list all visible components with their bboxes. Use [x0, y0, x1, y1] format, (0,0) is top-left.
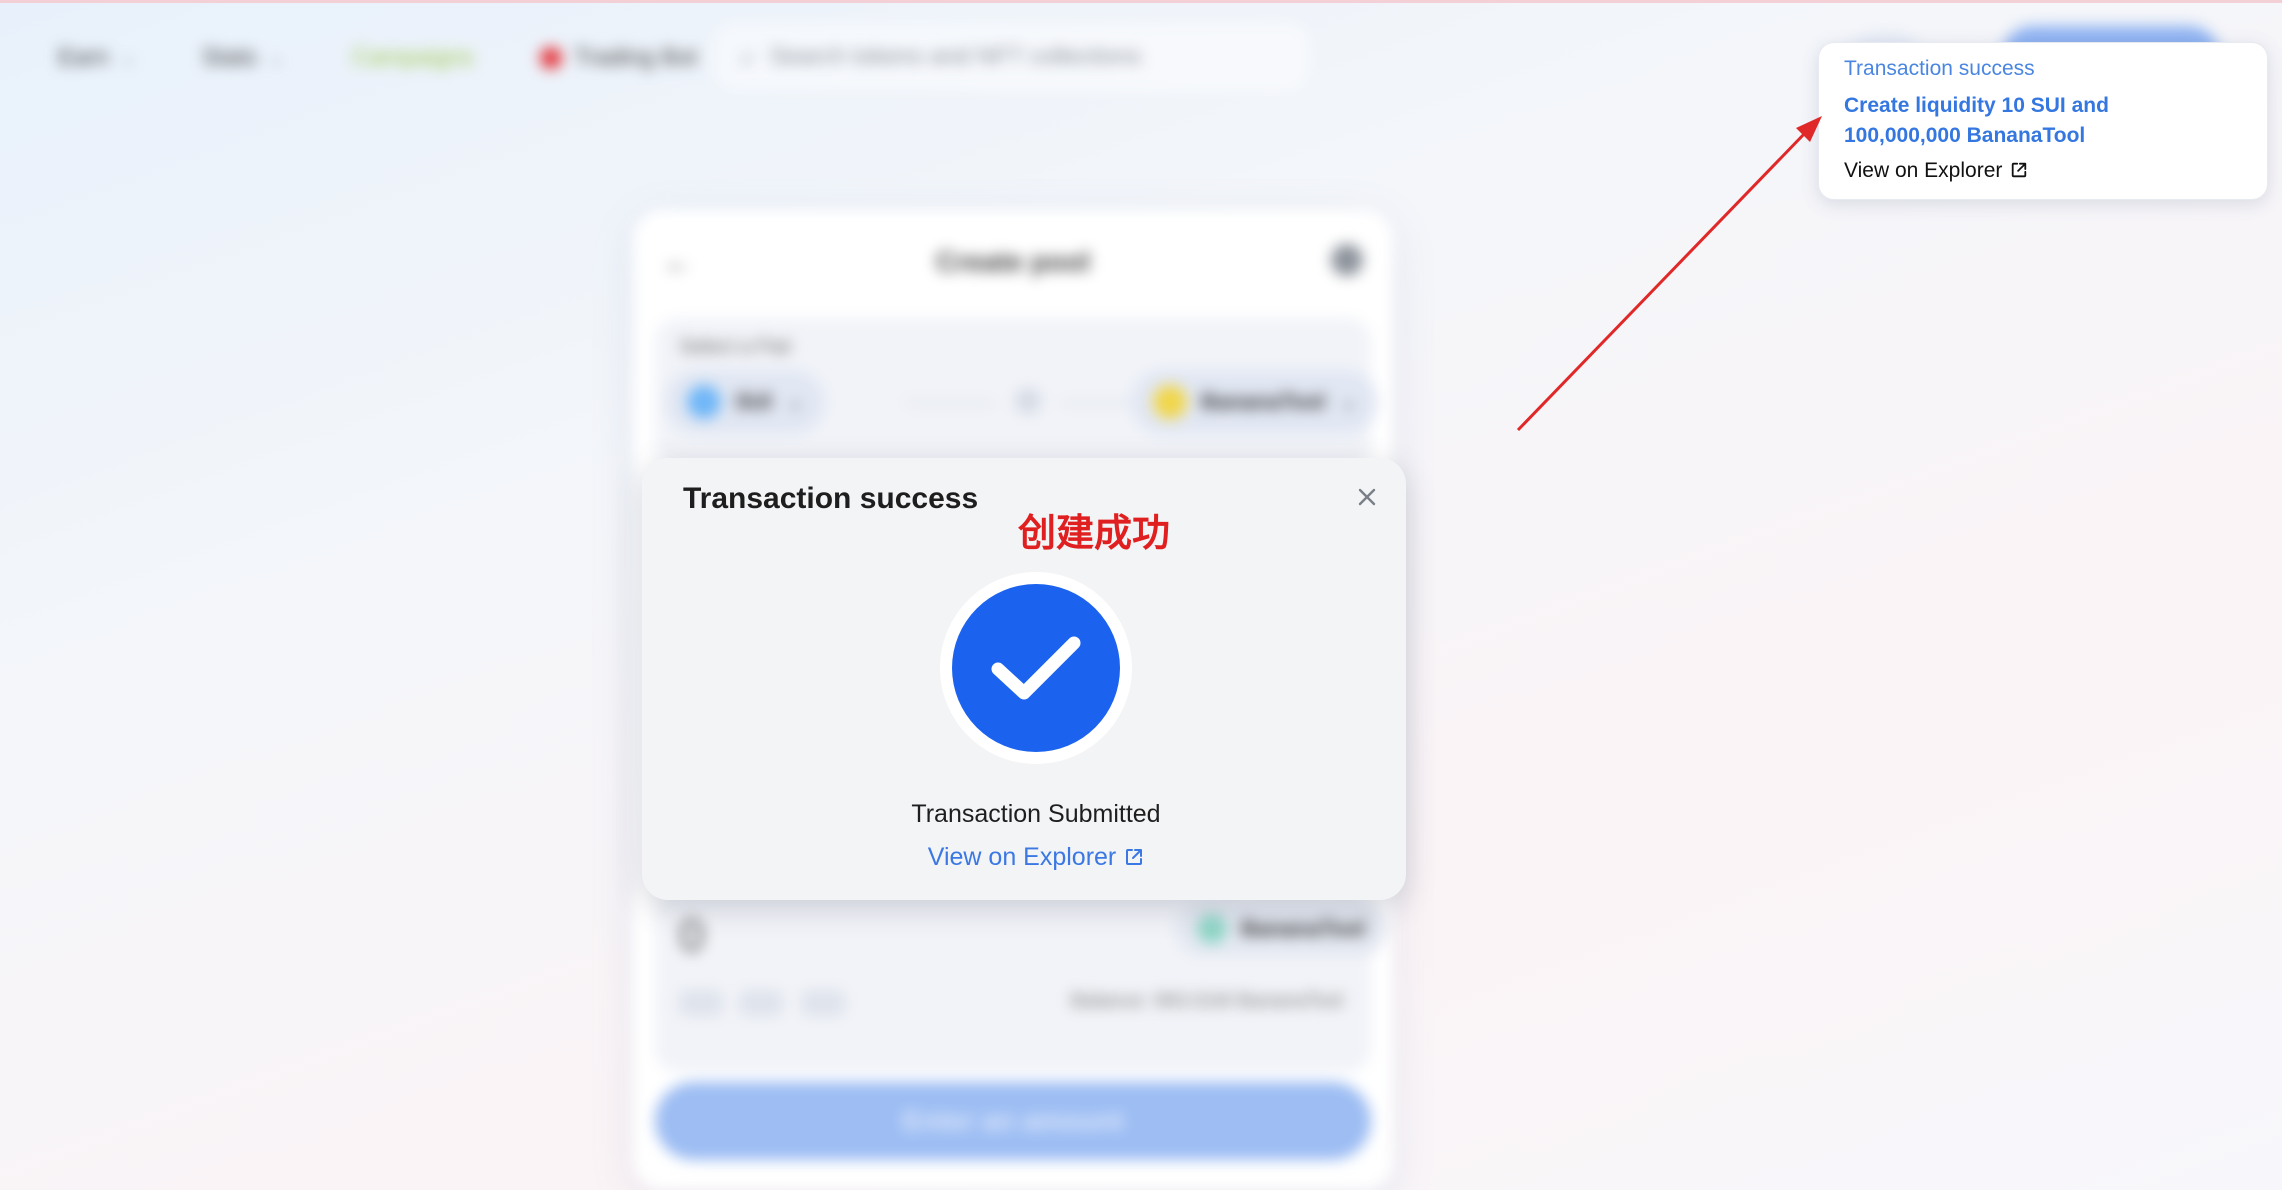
annotation-arrow [1516, 116, 1822, 432]
